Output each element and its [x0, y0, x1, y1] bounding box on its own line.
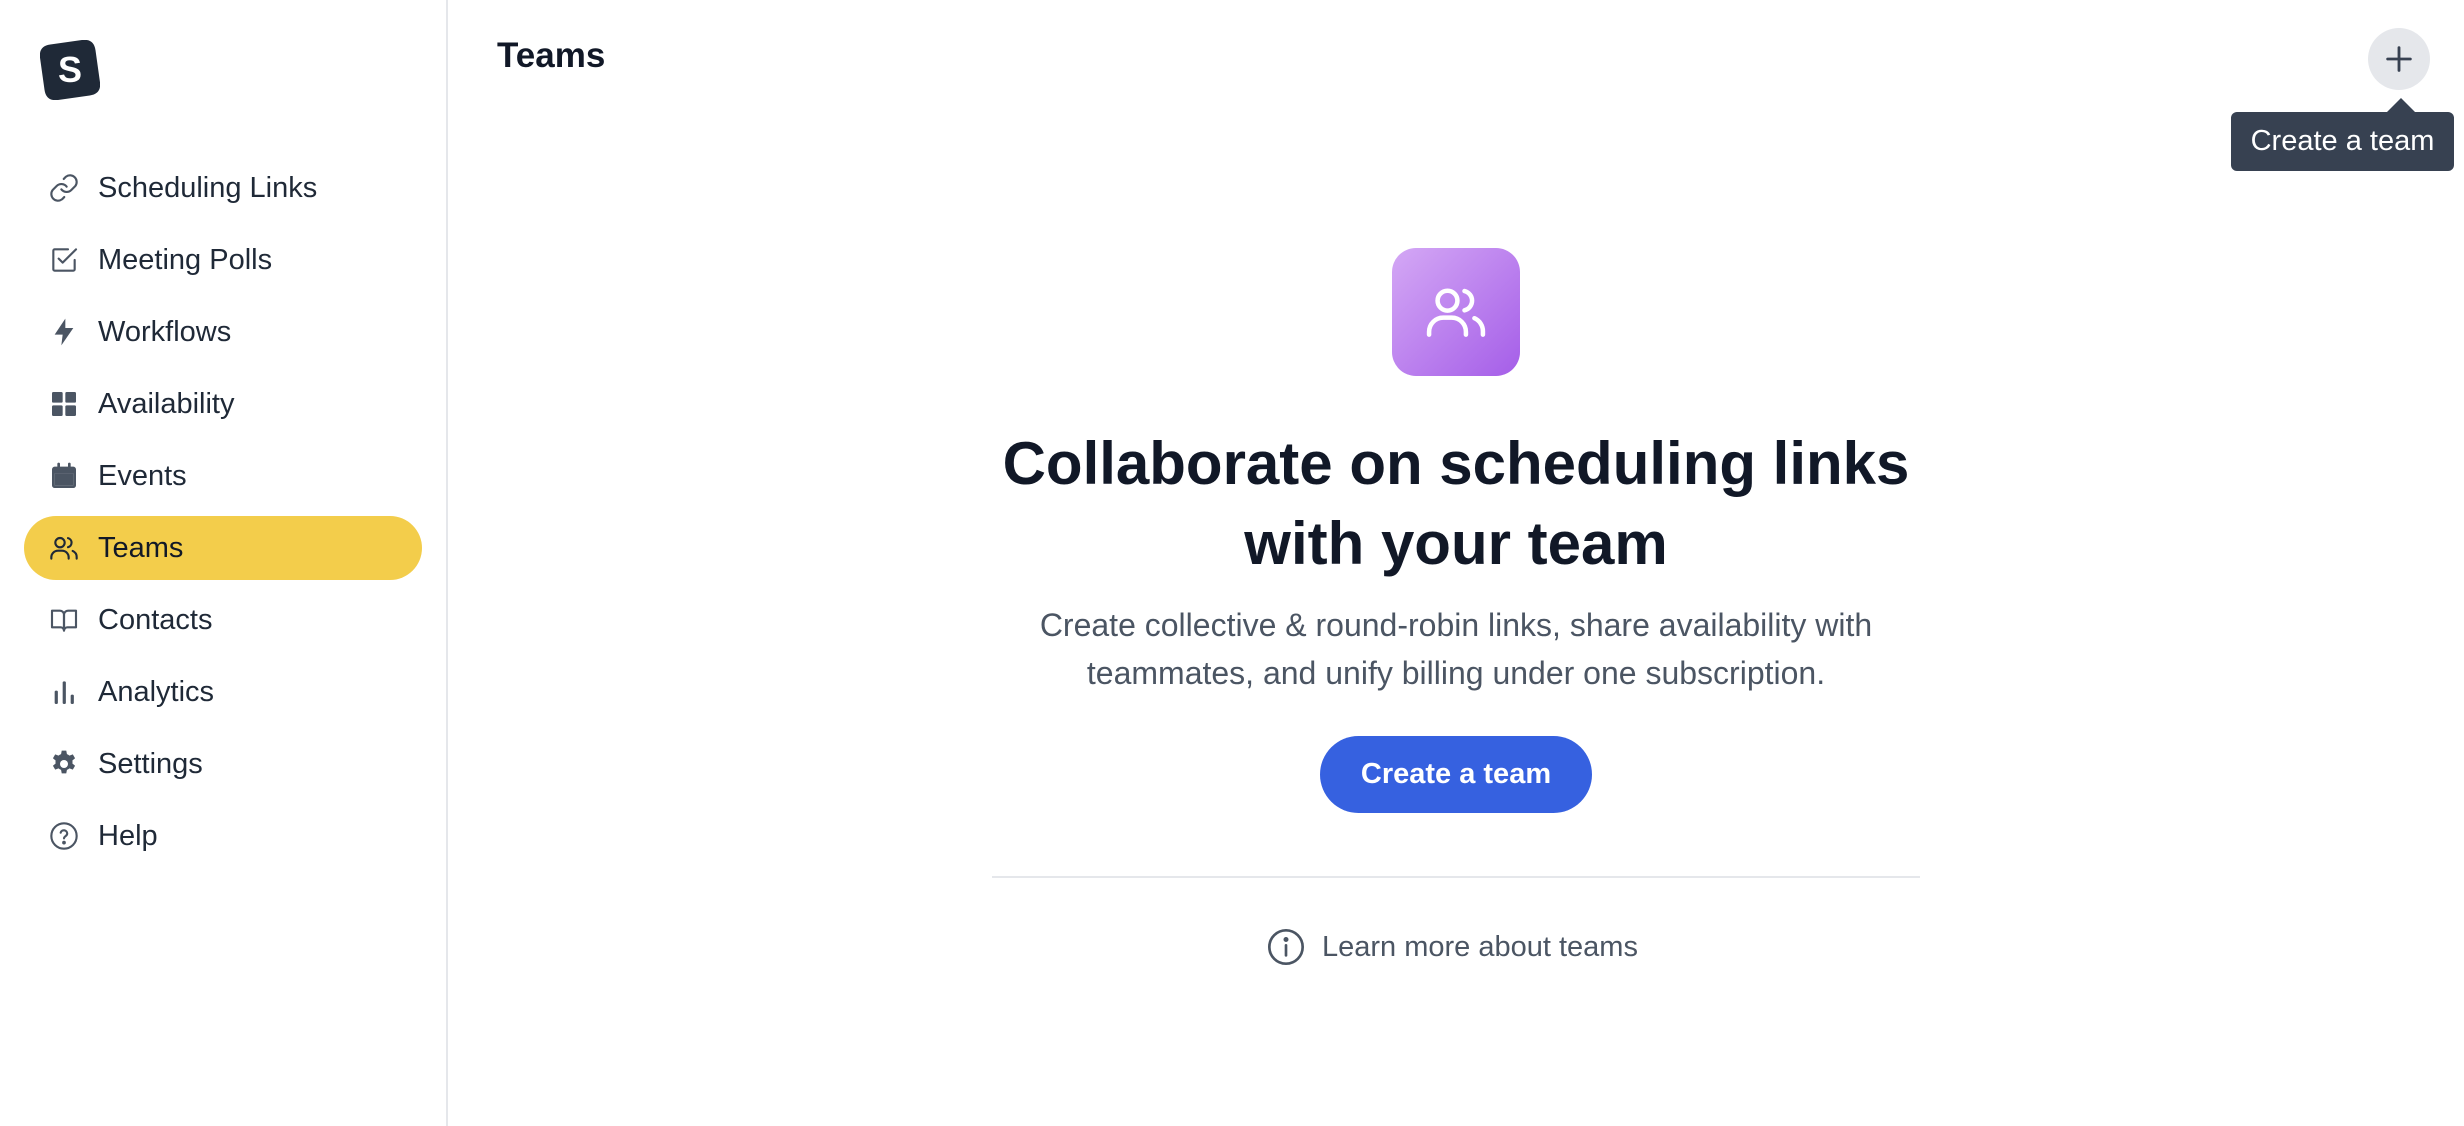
- sidebar-item-label: Availability: [98, 387, 235, 420]
- page-title: Teams: [497, 36, 606, 75]
- bar-chart-icon: [46, 674, 82, 710]
- sidebar-item-contacts[interactable]: Contacts: [24, 588, 422, 652]
- sidebar-item-label: Workflows: [98, 315, 232, 348]
- book-icon: [46, 602, 82, 638]
- sidebar-item-label: Meeting Polls: [98, 243, 273, 276]
- sidebar-item-label: Settings: [98, 747, 203, 780]
- sidebar-item-settings[interactable]: Settings: [24, 732, 422, 796]
- calendar-icon: [46, 458, 82, 494]
- sidebar-item-help[interactable]: Help: [24, 804, 422, 868]
- empty-state-headline: Collaborate on scheduling links with you…: [1002, 430, 1910, 577]
- tooltip-arrow: [2387, 98, 2415, 112]
- link-icon: [46, 170, 82, 206]
- empty-state-description: Create collective & round-robin links, s…: [1039, 607, 1873, 691]
- sidebar-nav: Scheduling Links Meeting Polls Workflows…: [24, 156, 422, 876]
- sidebar-item-label: Analytics: [98, 675, 215, 708]
- sidebar-item-events[interactable]: Events: [24, 444, 422, 508]
- info-icon: [1268, 929, 1304, 965]
- sidebar-item-label: Teams: [98, 531, 184, 564]
- plus-icon: [2386, 46, 2412, 72]
- gear-icon: [46, 746, 82, 782]
- learn-more-label: Learn more about teams: [1322, 930, 1638, 963]
- sidebar-item-meeting-polls[interactable]: Meeting Polls: [24, 228, 422, 292]
- sidebar-item-scheduling-links[interactable]: Scheduling Links: [24, 156, 422, 220]
- learn-more-link[interactable]: Learn more about teams: [1266, 926, 1638, 968]
- sidebar-item-teams[interactable]: Teams: [24, 516, 422, 580]
- sidebar: S Scheduling Links Meeting Polls Workflo…: [0, 0, 448, 1126]
- sidebar-item-label: Help: [98, 819, 158, 852]
- app-root: S Scheduling Links Meeting Polls Workflo…: [0, 0, 2464, 1126]
- svg-text:S: S: [58, 49, 82, 90]
- sidebar-item-workflows[interactable]: Workflows: [24, 300, 422, 364]
- sidebar-item-availability[interactable]: Availability: [24, 372, 422, 436]
- create-team-tooltip: Create a team: [2231, 112, 2454, 171]
- sidebar-item-label: Contacts: [98, 603, 213, 636]
- users-icon: [1426, 288, 1486, 337]
- sidebar-item-analytics[interactable]: Analytics: [24, 660, 422, 724]
- sidebar-item-label: Scheduling Links: [98, 171, 318, 204]
- teams-hero-icon: [1392, 248, 1520, 376]
- lightning-icon: [46, 314, 82, 350]
- create-team-icon-button[interactable]: [2368, 28, 2430, 90]
- users-icon: [46, 530, 82, 566]
- grid-icon: [46, 386, 82, 422]
- create-team-button[interactable]: Create a team: [1320, 736, 1592, 813]
- divider: [992, 876, 1920, 878]
- app-logo[interactable]: S: [39, 39, 101, 101]
- sidebar-item-label: Events: [98, 459, 187, 492]
- checkbox-icon: [46, 242, 82, 278]
- help-circle-icon: [46, 818, 82, 854]
